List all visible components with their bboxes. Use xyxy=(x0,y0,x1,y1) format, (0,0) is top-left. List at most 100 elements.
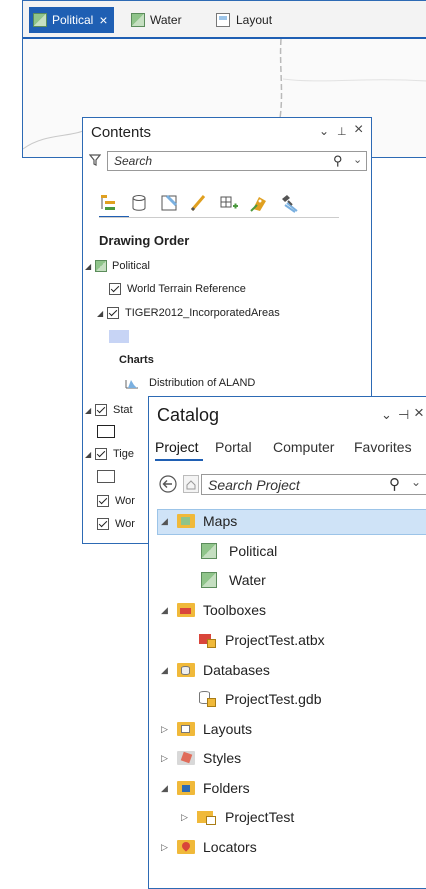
histogram-chart-icon xyxy=(125,380,138,389)
catalog-pane: Catalog ⌄ ⊣ × Project Portal Computer Fa… xyxy=(148,396,426,889)
layer-label: Wor xyxy=(115,518,135,530)
list-by-data-source-icon[interactable] xyxy=(129,193,149,213)
visibility-checkbox[interactable] xyxy=(95,448,107,460)
search-icon[interactable]: ⚲ xyxy=(333,153,343,169)
tab-layout[interactable]: Layout xyxy=(216,7,272,33)
visibility-checkbox[interactable] xyxy=(109,283,121,295)
folders-folder-icon xyxy=(177,781,195,795)
locators-folder-icon xyxy=(177,840,195,854)
tab-layout-label: Layout xyxy=(236,13,273,27)
layer-row-tiger-incorporated[interactable]: ◢ TIGER2012_IncorporatedAreas xyxy=(97,307,280,319)
visibility-checkbox[interactable] xyxy=(97,518,109,530)
tree-label: Databases xyxy=(203,662,270,678)
expand-triangle-icon[interactable]: ◢ xyxy=(85,450,95,459)
layouts-folder-icon xyxy=(177,722,195,736)
pin-icon[interactable]: ⊣ xyxy=(398,407,409,423)
layer-row-world-1[interactable]: Wor xyxy=(97,495,135,507)
geodatabase-icon xyxy=(199,691,217,707)
collapsed-triangle-icon[interactable]: ▷ xyxy=(181,812,197,823)
chevron-down-icon[interactable]: ⌄ xyxy=(411,475,421,489)
close-icon[interactable]: × xyxy=(414,403,424,423)
list-by-snapping-icon[interactable] xyxy=(219,193,239,213)
tab-portal[interactable]: Portal xyxy=(215,439,252,455)
toolbox-icon xyxy=(199,632,217,648)
close-icon[interactable]: × xyxy=(354,121,363,139)
active-tab-underline xyxy=(155,459,203,461)
tab-political[interactable]: Political × xyxy=(29,7,114,33)
collapsed-triangle-icon[interactable]: ▷ xyxy=(161,753,177,764)
search-icon[interactable]: ⚲ xyxy=(389,475,400,493)
tree-item-water[interactable]: Water xyxy=(201,572,266,588)
map-icon xyxy=(131,13,145,27)
symbol-swatch[interactable] xyxy=(109,330,129,343)
map-icon xyxy=(33,13,47,27)
list-by-drawing-order-icon[interactable] xyxy=(99,193,119,213)
home-folder-icon xyxy=(197,809,217,825)
chevron-down-icon[interactable]: ⌄ xyxy=(381,407,392,423)
contents-title: Contents xyxy=(91,124,152,141)
expand-triangle-icon[interactable]: ◢ xyxy=(161,783,177,794)
expand-triangle-icon[interactable]: ◢ xyxy=(161,516,177,527)
tree-label: Locators xyxy=(203,839,257,855)
symbol-swatch[interactable] xyxy=(97,470,115,483)
symbol-swatch[interactable] xyxy=(97,425,115,438)
list-by-selection-icon[interactable] xyxy=(159,193,179,213)
expand-triangle-icon[interactable]: ◢ xyxy=(85,262,95,271)
tab-political-label: Political xyxy=(52,13,94,27)
tree-item-layouts[interactable]: ▷ Layouts xyxy=(161,721,252,737)
tree-item-maps[interactable]: ◢ Maps xyxy=(161,513,237,529)
layer-row-world-2[interactable]: Wor xyxy=(97,518,135,530)
tree-item-geodatabase[interactable]: ProjectTest.gdb xyxy=(199,691,322,707)
collapsed-triangle-icon[interactable]: ▷ xyxy=(161,724,177,735)
close-icon[interactable]: × xyxy=(99,12,107,28)
contents-view-toolbar xyxy=(99,193,299,213)
chevron-down-icon[interactable]: ⌄ xyxy=(353,153,362,166)
list-by-labeling-icon[interactable] xyxy=(249,193,269,213)
chart-row-distribution[interactable]: Distribution of ALAND xyxy=(125,377,255,389)
visibility-checkbox[interactable] xyxy=(97,495,109,507)
tab-water[interactable]: Water xyxy=(131,7,182,33)
tree-item-toolboxes[interactable]: ◢ Toolboxes xyxy=(161,602,266,618)
charts-header: Charts xyxy=(119,354,154,366)
tree-item-project-folder[interactable]: ▷ ProjectTest xyxy=(181,809,294,825)
layer-row-states[interactable]: ◢ Stat xyxy=(85,404,133,416)
contents-search-input[interactable]: Search xyxy=(107,151,367,171)
list-by-editing-icon[interactable] xyxy=(189,193,209,213)
map-icon xyxy=(95,260,107,272)
visibility-checkbox[interactable] xyxy=(107,307,119,319)
expand-triangle-icon[interactable]: ◢ xyxy=(161,665,177,676)
layer-label: Wor xyxy=(115,495,135,507)
home-icon[interactable] xyxy=(183,475,199,493)
tab-favorites[interactable]: Favorites xyxy=(354,439,412,455)
tree-item-locators[interactable]: ▷ Locators xyxy=(161,839,257,855)
back-arrow-icon[interactable] xyxy=(159,475,177,493)
expand-triangle-icon[interactable]: ◢ xyxy=(97,309,107,318)
search-placeholder: Search Project xyxy=(208,476,300,493)
maps-folder-icon xyxy=(177,514,195,528)
filter-icon[interactable] xyxy=(89,154,101,166)
tree-label: ProjectTest.atbx xyxy=(225,632,325,648)
tab-project[interactable]: Project xyxy=(155,439,199,455)
tab-computer[interactable]: Computer xyxy=(273,439,334,455)
collapsed-triangle-icon[interactable]: ▷ xyxy=(161,842,177,853)
map-icon xyxy=(201,572,217,588)
toolbar-divider xyxy=(99,217,339,218)
tree-item-toolbox-file[interactable]: ProjectTest.atbx xyxy=(199,632,325,648)
expand-triangle-icon[interactable]: ◢ xyxy=(85,406,95,415)
visibility-checkbox[interactable] xyxy=(95,404,107,416)
tree-item-political[interactable]: Political xyxy=(201,543,277,559)
expand-triangle-icon[interactable]: ◢ xyxy=(161,605,177,616)
tree-label: Toolboxes xyxy=(203,602,267,618)
drawing-order-header: Drawing Order xyxy=(99,233,190,248)
layer-row-tiger[interactable]: ◢ Tige xyxy=(85,448,134,460)
chevron-down-icon[interactable]: ⌄ xyxy=(319,124,329,138)
tree-item-databases[interactable]: ◢ Databases xyxy=(161,662,270,678)
layer-row-political[interactable]: ◢ Political xyxy=(85,260,150,272)
layer-row-world-terrain[interactable]: World Terrain Reference xyxy=(109,283,246,295)
home-glyph-icon xyxy=(186,480,196,490)
pin-icon[interactable]: ⊥ xyxy=(337,125,347,138)
tree-item-folders[interactable]: ◢ Folders xyxy=(161,780,250,796)
layer-label: Tige xyxy=(113,448,134,460)
list-by-perspective-imagery-icon[interactable] xyxy=(279,193,299,213)
tree-item-styles[interactable]: ▷ Styles xyxy=(161,750,241,766)
